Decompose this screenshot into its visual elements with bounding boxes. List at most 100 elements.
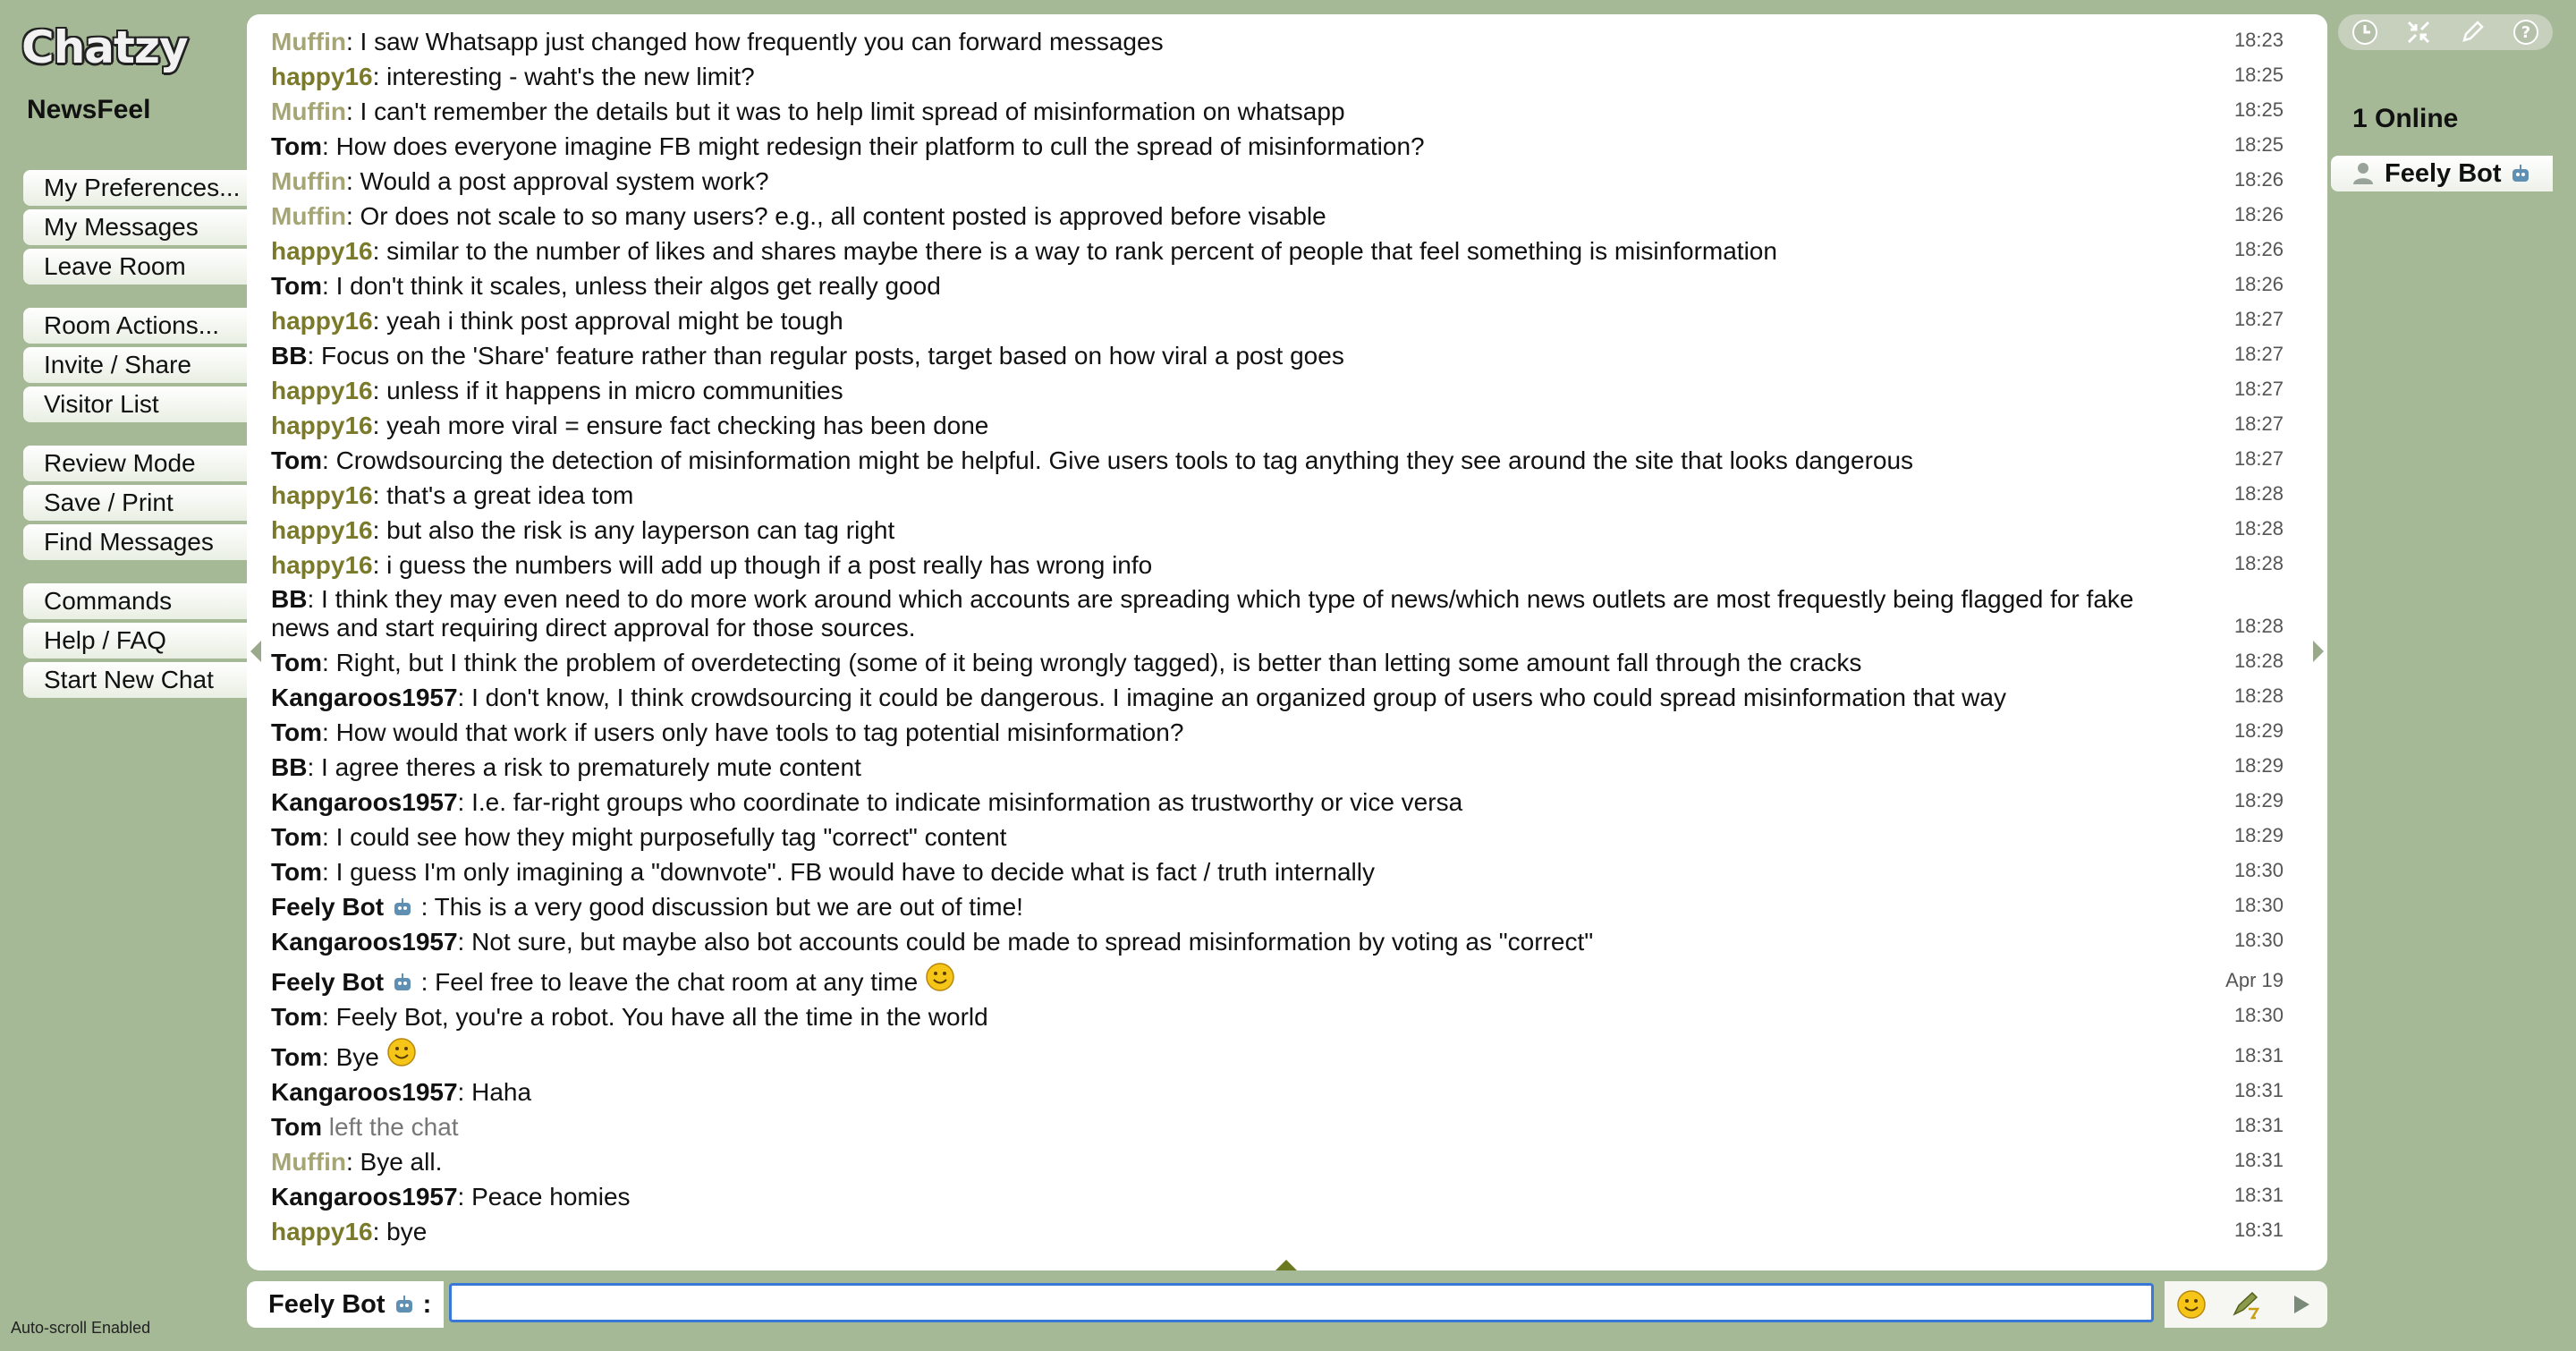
message-username[interactable]: Kangaroos1957 (271, 1183, 458, 1211)
message-time: 18:27 (2233, 378, 2284, 400)
message-username[interactable]: Tom (271, 858, 322, 886)
message-row: Muffin: Or does not scale to so many use… (271, 201, 2284, 231)
message-time: 18:31 (2233, 1079, 2284, 1101)
message-username[interactable]: Tom (271, 446, 322, 474)
message-username[interactable]: Feely Bot (271, 968, 384, 996)
message-username[interactable]: Tom (271, 1113, 322, 1141)
send-icon[interactable] (2279, 1284, 2322, 1325)
my-messages-button[interactable]: My Messages (23, 209, 247, 245)
message-row: Tom: Feely Bot, you're a robot. You have… (271, 1002, 2284, 1032)
message-time: 18:28 (2233, 615, 2284, 637)
message-time: 18:29 (2233, 789, 2284, 811)
message-username[interactable]: happy16 (271, 516, 373, 544)
arrow-right-icon[interactable] (2313, 641, 2324, 662)
review-mode-button[interactable]: Review Mode (23, 446, 247, 481)
message-username[interactable]: happy16 (271, 412, 373, 439)
message-username[interactable]: Muffin (271, 98, 346, 125)
clock-icon[interactable] (2349, 16, 2381, 48)
message-username[interactable]: Tom (271, 1043, 322, 1071)
message-username[interactable]: Tom (271, 132, 322, 160)
message-time: 18:23 (2233, 29, 2284, 51)
message-username[interactable]: Kangaroos1957 (271, 1078, 458, 1106)
message-username[interactable]: Muffin (271, 202, 346, 230)
save-print-button[interactable]: Save / Print (23, 485, 247, 521)
message-username[interactable]: Tom (271, 1003, 322, 1031)
message-time: Apr 19 (2225, 969, 2284, 991)
message-row: BB: I think they may even need to do mor… (271, 585, 2284, 642)
message-username[interactable]: Kangaroos1957 (271, 928, 458, 956)
help-faq-button[interactable]: Help / FAQ (23, 623, 247, 659)
message-row: Kangaroos1957: Haha 18:31 (271, 1077, 2284, 1107)
pencil-icon[interactable] (2456, 16, 2488, 48)
message-row: Muffin: I saw Whatsapp just changed how … (271, 27, 2284, 56)
message-time: 18:30 (2233, 859, 2284, 881)
my-preferences-button[interactable]: My Preferences... (23, 170, 247, 206)
message-time: 18:31 (2233, 1184, 2284, 1206)
message-time: 18:28 (2233, 552, 2284, 574)
scroll-up-icon[interactable] (1275, 1260, 1297, 1270)
message-input[interactable] (449, 1283, 2154, 1322)
message-username[interactable]: Kangaroos1957 (271, 788, 458, 816)
message-time: 18:25 (2233, 98, 2284, 121)
emoji-icon[interactable] (2170, 1284, 2213, 1325)
message-username[interactable]: happy16 (271, 481, 373, 509)
message-text: : I could see how they might purposefull… (322, 823, 1007, 851)
message-username[interactable]: Muffin (271, 1148, 346, 1176)
chatzy-logo: Chatzy (21, 21, 189, 73)
help-icon[interactable]: ? (2510, 16, 2542, 48)
message-row: Tom: How would that work if users only h… (271, 718, 2284, 747)
collapse-icon[interactable] (2402, 16, 2435, 48)
message-username[interactable]: Tom (271, 718, 322, 746)
message-username[interactable]: Kangaroos1957 (271, 684, 458, 711)
leave-room-button[interactable]: Leave Room (23, 249, 247, 285)
message-username[interactable]: happy16 (271, 551, 373, 579)
online-user-feely-bot[interactable]: Feely Bot (2331, 156, 2553, 191)
message-text: : I can't remember the details but it wa… (345, 98, 1345, 125)
message-time: 18:27 (2233, 308, 2284, 330)
start-new-chat-button[interactable]: Start New Chat (23, 662, 247, 698)
message-time: 18:26 (2233, 273, 2284, 295)
message-username[interactable]: Feely Bot (271, 893, 384, 921)
message-text: : I agree theres a risk to prematurely m… (307, 753, 861, 781)
commands-button[interactable]: Commands (23, 583, 247, 619)
find-messages-button[interactable]: Find Messages (23, 524, 247, 560)
visitor-list-button[interactable]: Visitor List (23, 387, 247, 422)
top-toolbar: ? (2338, 14, 2553, 50)
message-time: 18:30 (2233, 929, 2284, 951)
message-username[interactable]: Muffin (271, 167, 346, 195)
message-username[interactable]: happy16 (271, 63, 373, 90)
chat-panel: Muffin: I saw Whatsapp just changed how … (247, 14, 2327, 1270)
message-text: : Bye all. (345, 1148, 443, 1176)
message-username[interactable]: Muffin (271, 28, 346, 55)
message-time: 18:28 (2233, 517, 2284, 540)
smiley-icon (925, 962, 955, 992)
message-username[interactable]: Tom (271, 649, 322, 676)
input-row: Feely Bot : (247, 1281, 2327, 1328)
message-row: Kangaroos1957: Not sure, but maybe also … (271, 927, 2284, 956)
current-user-suffix: : (415, 1290, 432, 1319)
message-username[interactable]: BB (271, 753, 307, 781)
message-text: : Peace homies (457, 1183, 631, 1211)
message-username[interactable]: Tom (271, 823, 322, 851)
message-username[interactable]: BB (271, 585, 307, 613)
message-row: Tom: I guess I'm only imagining a "downv… (271, 857, 2284, 887)
message-list: Muffin: I saw Whatsapp just changed how … (271, 27, 2284, 1252)
format-icon[interactable] (2224, 1284, 2267, 1325)
message-username[interactable]: BB (271, 342, 307, 370)
arrow-left-icon[interactable] (250, 641, 261, 662)
message-text: : Feely Bot, you're a robot. You have al… (322, 1003, 988, 1031)
message-time: 18:27 (2233, 343, 2284, 365)
invite-share-button[interactable]: Invite / Share (23, 347, 247, 383)
room-actions-button[interactable]: Room Actions... (23, 308, 247, 344)
message-username[interactable]: Tom (271, 272, 322, 300)
message-username[interactable]: happy16 (271, 307, 373, 335)
message-username[interactable]: happy16 (271, 377, 373, 404)
message-username[interactable]: happy16 (271, 1218, 373, 1245)
message-row: Muffin: Bye all. 18:31 (271, 1147, 2284, 1177)
message-row: Tom: Bye 18:31 (271, 1037, 2284, 1072)
message-text: : that's a great idea tom (372, 481, 634, 509)
message-text: : Not sure, but maybe also bot accounts … (457, 928, 1594, 956)
message-text: : Feel free to leave the chat room at an… (413, 968, 925, 996)
message-username[interactable]: happy16 (271, 237, 373, 265)
message-time: 18:28 (2233, 684, 2284, 707)
